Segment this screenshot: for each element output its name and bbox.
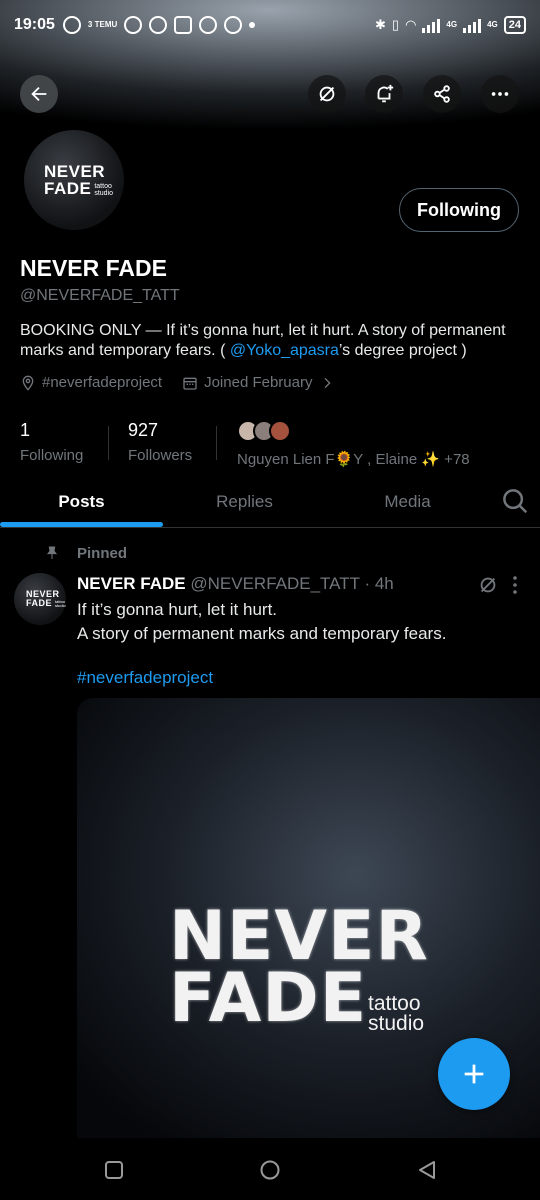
followers-count: 927 <box>128 420 159 440</box>
followers-stat[interactable]: 927 Followers <box>128 420 192 464</box>
profile-avatar[interactable]: NEVER FADE tattoo studio <box>20 126 128 234</box>
whatsapp-icon <box>62 16 81 34</box>
home-icon[interactable] <box>259 1159 281 1181</box>
vibrate-icon: ▯ <box>391 17 400 32</box>
post-line-1: If it’s gonna hurt, let it hurt. <box>77 600 278 619</box>
chevron-right-icon <box>324 377 331 388</box>
bio-text-2: ’s degree project ) <box>338 342 467 359</box>
post-hashtag-link[interactable]: #neverfadeproject <box>77 668 213 688</box>
profile-bio: BOOKING ONLY — If it’s gonna hurt, let i… <box>20 321 525 361</box>
temu-icon: 3 TEMU <box>87 20 118 29</box>
more-notifications-dot-icon <box>249 22 256 28</box>
calendar-icon <box>183 377 197 390</box>
facebook-icon-2 <box>149 16 168 34</box>
follower-avatar <box>269 420 291 442</box>
slack-icon <box>199 16 218 34</box>
system-status-icons: ✱ ▯ ◠ 4G 4G 24 <box>375 16 526 34</box>
search-icon[interactable] <box>500 486 530 516</box>
instagram-icon <box>174 16 193 34</box>
profile-name: NEVER FADE <box>20 255 167 281</box>
battery-icon: 24 <box>503 16 526 34</box>
post-text: If it’s gonna hurt, let it hurt. A story… <box>77 598 517 646</box>
image-subtitle-line1: tattoo <box>368 992 421 1015</box>
post-line-2: A story of permanent marks and temporary… <box>77 624 447 643</box>
post-author-handle[interactable]: @NEVERFADE_TATT <box>190 574 359 593</box>
tab-posts[interactable]: Posts <box>0 476 163 528</box>
post-author-name[interactable]: NEVER FADE <box>77 574 186 593</box>
tab-media[interactable]: Media <box>326 476 489 528</box>
back-nav-icon[interactable] <box>416 1159 438 1181</box>
followed-by-avatars[interactable] <box>237 420 291 442</box>
stats-divider-2 <box>216 426 217 460</box>
notifications-button[interactable] <box>365 75 403 113</box>
bio-mention-link[interactable]: @Yoko_apasra <box>230 342 339 359</box>
following-stat[interactable]: 1 Following <box>20 420 83 464</box>
active-tab-indicator <box>0 522 163 527</box>
pin-icon <box>47 546 57 559</box>
location-pin-icon <box>22 375 34 391</box>
facebook-icon <box>124 16 143 34</box>
avatar-logo-line2: FADE <box>44 179 92 198</box>
pinned-label: Pinned <box>77 545 128 562</box>
grok-icon[interactable] <box>477 574 499 596</box>
tab-replies[interactable]: Replies <box>163 476 326 528</box>
avatar-logo-line1: NEVER <box>44 162 106 181</box>
following-label: Following <box>20 447 84 464</box>
signal-icon-2 <box>463 17 482 33</box>
back-button[interactable] <box>20 75 58 113</box>
following-button[interactable]: Following <box>399 188 519 232</box>
post-avatar-logo-sub: tattoo studio <box>55 599 66 608</box>
compose-button[interactable] <box>438 1038 510 1110</box>
grok-icon <box>319 86 335 102</box>
profile-stats: 1 Following 927 Followers Nguyen Lien F🌻… <box>0 420 540 470</box>
network-type-1: 4G <box>446 20 458 29</box>
profile-handle: @NEVERFADE_TATT <box>20 287 180 304</box>
recents-icon[interactable] <box>103 1159 125 1181</box>
signal-icon <box>422 17 441 33</box>
joined-text: Joined February <box>204 374 313 391</box>
more-vertical-icon[interactable] <box>508 574 522 596</box>
bluetooth-icon: ✱ <box>375 17 386 32</box>
status-time: 19:05 <box>14 16 55 33</box>
plus-icon <box>464 1064 484 1084</box>
post-author-avatar[interactable]: NEVER FADE tattoo studio <box>14 573 66 625</box>
share-button[interactable] <box>423 75 461 113</box>
post-avatar-logo-line2: FADE <box>26 598 53 608</box>
status-bar: 19:05 3 TEMU ✱ ▯ ◠ 4G 4G 24 <box>0 0 540 50</box>
notification-icons: 3 TEMU <box>62 16 256 34</box>
more-button[interactable] <box>481 75 519 113</box>
following-count: 1 <box>20 420 31 440</box>
network-type-2: 4G <box>487 20 498 29</box>
post-header: NEVER FADE @NEVERFADE_TATT · 4h <box>77 574 394 594</box>
share-icon <box>434 85 450 103</box>
system-nav-bar <box>0 1140 540 1200</box>
messenger-icon <box>224 16 243 34</box>
more-horizontal-icon <box>491 92 509 96</box>
stats-divider <box>108 426 109 460</box>
profile-location[interactable]: #neverfadeproject <box>20 374 162 391</box>
followers-label: Followers <box>128 447 193 464</box>
post-time[interactable]: · 4h <box>364 574 393 593</box>
avatar-logo-sub: tattoo studio <box>94 183 114 197</box>
arrow-left-icon <box>31 86 47 102</box>
profile-meta: #neverfadeproject Joined February <box>20 374 335 391</box>
image-subtitle-line2: studio <box>368 1012 425 1035</box>
bell-plus-icon <box>377 84 394 103</box>
grok-button[interactable] <box>308 75 346 113</box>
wifi-icon: ◠ <box>405 17 417 32</box>
image-subtitle: tattoo studio <box>368 992 425 1035</box>
followed-by-text[interactable]: Nguyen Lien F🌻Y , Elaine ✨ +78 <box>237 450 470 468</box>
location-text: #neverfadeproject <box>42 374 163 391</box>
profile-tabs: Posts Replies Media <box>0 476 540 528</box>
profile-joined[interactable]: Joined February <box>182 374 334 391</box>
